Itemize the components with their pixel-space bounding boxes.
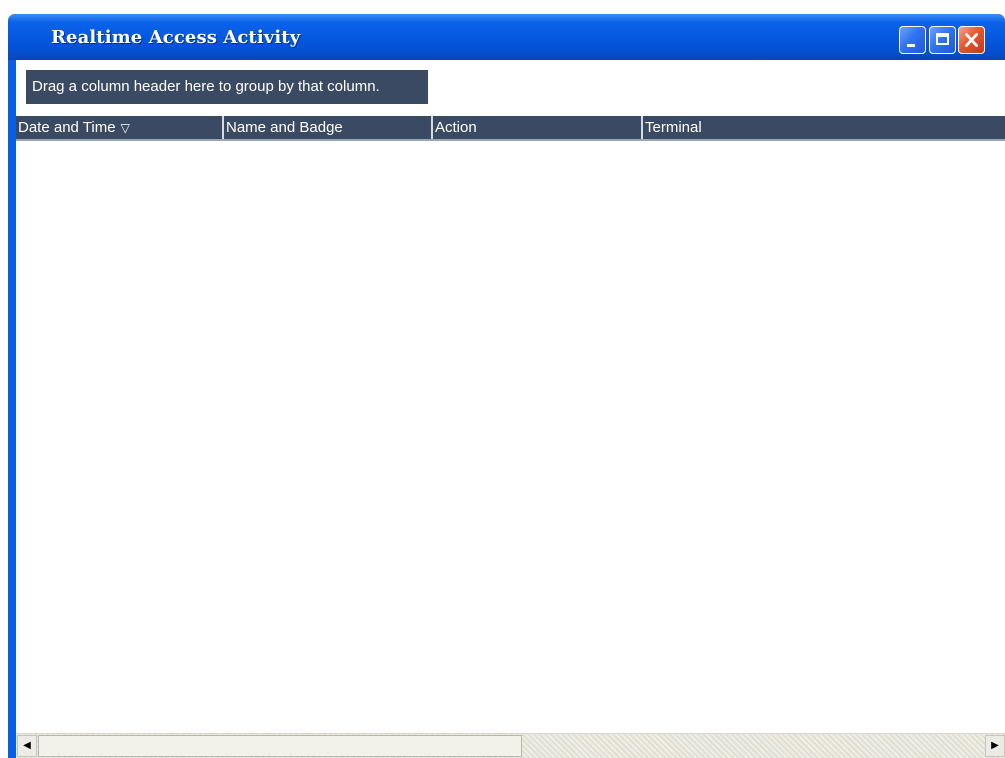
scroll-left-button[interactable]: ◀ bbox=[17, 735, 37, 757]
grid-header-row: Date and Time ▽ Name and Badge Action Ter… bbox=[16, 116, 1005, 141]
maximize-icon bbox=[936, 33, 949, 45]
scroll-left-icon: ◀ bbox=[23, 740, 31, 751]
minimize-button[interactable] bbox=[899, 26, 926, 54]
minimize-icon bbox=[907, 44, 915, 47]
close-button[interactable] bbox=[958, 26, 985, 54]
realtime-access-activity-window: Realtime Access Activity Drag a column h… bbox=[8, 14, 1005, 758]
column-header-label: Action bbox=[435, 119, 477, 136]
column-header-terminal[interactable]: Terminal bbox=[641, 116, 1005, 139]
window-title: Realtime Access Activity bbox=[51, 27, 301, 48]
grid-body[interactable] bbox=[16, 141, 1005, 733]
screen: Realtime Access Activity Drag a column h… bbox=[0, 0, 1005, 758]
sort-descending-icon: ▽ bbox=[120, 121, 130, 135]
scrollbar-thumb[interactable] bbox=[38, 735, 522, 757]
horizontal-scrollbar[interactable]: ◀ ▶ bbox=[16, 733, 1005, 758]
column-header-label: Terminal bbox=[645, 119, 702, 136]
scroll-right-button[interactable]: ▶ bbox=[985, 735, 1005, 757]
scroll-right-icon: ▶ bbox=[991, 740, 999, 751]
maximize-button[interactable] bbox=[929, 26, 956, 54]
column-header-action[interactable]: Action bbox=[431, 116, 641, 139]
column-header-label: Name and Badge bbox=[226, 119, 343, 136]
column-header-date-and-time[interactable]: Date and Time ▽ bbox=[16, 116, 222, 139]
group-by-hint: Drag a column header here to group by th… bbox=[26, 70, 428, 104]
client-area: Drag a column header here to group by th… bbox=[16, 60, 1005, 758]
column-header-name-and-badge[interactable]: Name and Badge bbox=[222, 116, 431, 139]
close-icon bbox=[965, 33, 978, 47]
titlebar[interactable]: Realtime Access Activity bbox=[8, 14, 1005, 60]
group-by-panel[interactable]: Drag a column header here to group by th… bbox=[16, 60, 1005, 112]
column-header-label: Date and Time bbox=[18, 119, 116, 136]
